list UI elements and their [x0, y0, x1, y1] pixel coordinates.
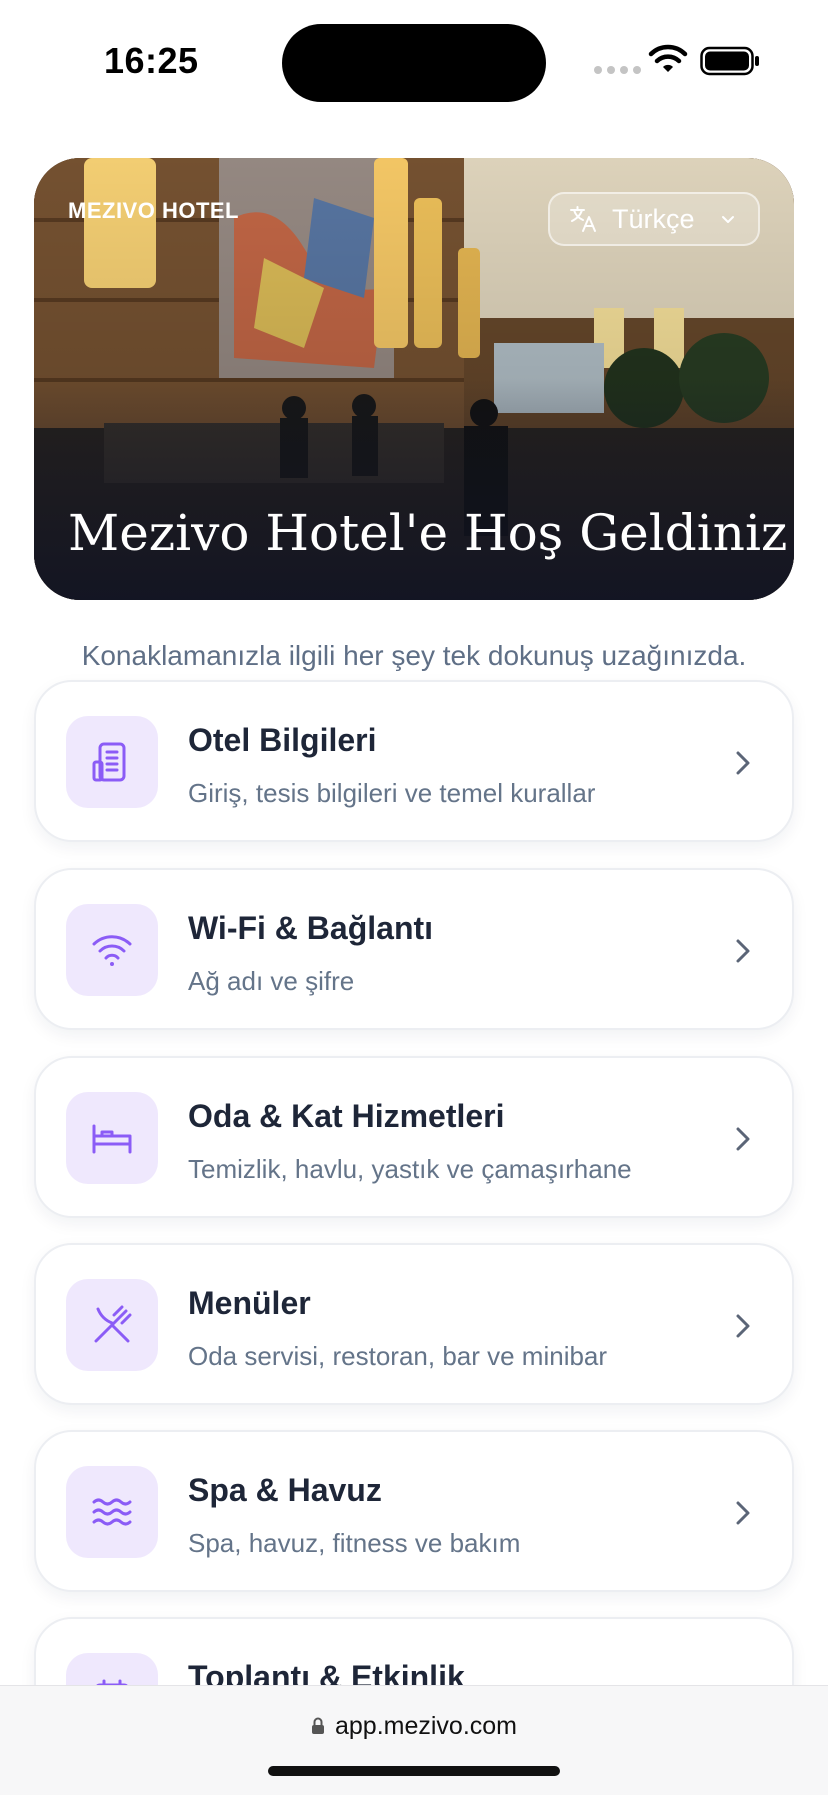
utensils-icon [94, 1305, 132, 1343]
card-wifi[interactable]: Wi-Fi & Bağlantı Ağ adı ve şifre [34, 868, 794, 1030]
card-title: Spa & Havuz [188, 1472, 382, 1508]
dynamic-island [282, 24, 546, 102]
hero-title: Mezivo Hotel'e Hoş Geldiniz [68, 504, 788, 562]
lock-icon [311, 1717, 324, 1734]
wifi-icon [92, 935, 132, 966]
page-subtitle: Konaklamanızla ilgili her şey tek dokunu… [81, 640, 747, 671]
translate-icon [570, 206, 596, 232]
language-select[interactable]: Türkçe [548, 192, 760, 246]
hotel-brand: MEZIVO HOTEL [68, 198, 239, 223]
chevron-right-icon [736, 939, 750, 963]
card-menus[interactable]: Menüler Oda servisi, restoran, bar ve mi… [34, 1243, 794, 1405]
browser-bar: app.mezivo.com [0, 1685, 828, 1795]
chevron-down-icon [722, 216, 734, 223]
card-room-service[interactable]: Oda & Kat Hizmetleri Temizlik, havlu, ya… [34, 1056, 794, 1218]
card-description: Oda servisi, restoran, bar ve minibar [188, 1341, 608, 1371]
bed-icon [92, 1124, 132, 1154]
card-description: Spa, havuz, fitness ve bakım [188, 1528, 521, 1558]
url-display[interactable]: app.mezivo.com [0, 1712, 828, 1741]
chevron-right-icon [736, 1127, 750, 1151]
card-title: Menüler [188, 1285, 311, 1321]
url-text: app.mezivo.com [334, 1712, 518, 1740]
card-title: Oda & Kat Hizmetleri [188, 1098, 505, 1134]
wifi-status-icon [648, 44, 688, 72]
status-bar: 16:25 [0, 0, 828, 120]
chevron-right-icon [736, 1314, 750, 1338]
battery-icon [700, 46, 759, 76]
card-hotel-info[interactable]: Otel Bilgileri Giriş, tesis bilgileri ve… [34, 680, 794, 842]
card-spa-pool[interactable]: Spa & Havuz Spa, havuz, fitness ve bakım [34, 1430, 794, 1592]
card-title: Wi-Fi & Bağlantı [188, 910, 434, 946]
waves-icon [92, 1498, 132, 1526]
home-indicator[interactable] [268, 1766, 560, 1776]
chevron-right-icon [736, 1501, 750, 1525]
chevron-right-icon [736, 751, 750, 775]
card-description: Giriş, tesis bilgileri ve temel kurallar [188, 778, 596, 808]
card-description: Temizlik, havlu, yastık ve çamaşırhane [188, 1154, 632, 1184]
page: 16:25 MEZIVO HOTEL Türkçe Mezivo Hotel'e… [0, 0, 828, 1795]
language-label: Türkçe [612, 203, 695, 234]
card-description: Ağ adı ve şifre [188, 966, 355, 996]
status-time: 16:25 [104, 40, 199, 81]
hero-banner: MEZIVO HOTEL Türkçe Mezivo Hotel'e Hoş G… [34, 158, 794, 600]
cellular-signal-icon [594, 66, 641, 74]
hotel-info-icon [92, 742, 126, 782]
card-title: Otel Bilgileri [188, 722, 377, 758]
